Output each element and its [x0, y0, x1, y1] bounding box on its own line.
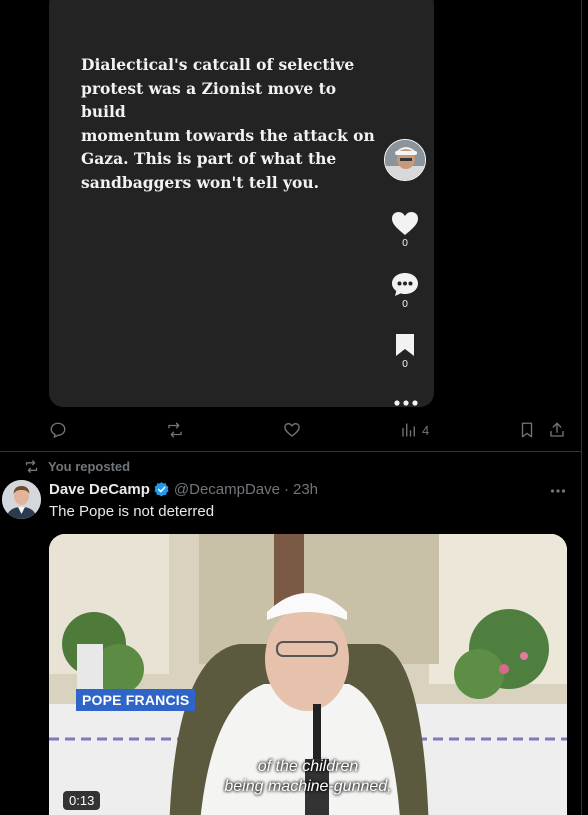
- avatar-image: [385, 140, 425, 180]
- author-name[interactable]: Dave DeCamp: [49, 481, 150, 498]
- author-handle[interactable]: @DecampDave: [174, 481, 280, 498]
- card-bookmark-count: 0: [401, 359, 409, 370]
- bookmark-icon: [396, 334, 414, 356]
- post-timestamp[interactable]: 23h: [293, 481, 318, 498]
- heart-outline-icon: [284, 423, 300, 437]
- card-text: Dialectical's catcall of selective prote…: [81, 55, 375, 192]
- card-comment-button[interactable]: 0: [387, 272, 423, 310]
- share-icon: [550, 422, 564, 437]
- author-avatar[interactable]: [2, 480, 41, 519]
- more-dots-icon[interactable]: [393, 400, 419, 406]
- reply-button[interactable]: [49, 420, 67, 440]
- bookmark-button[interactable]: [518, 420, 536, 440]
- repost-icon: [168, 422, 182, 438]
- comment-icon: [392, 273, 418, 296]
- card-like-count: 0: [401, 238, 409, 249]
- more-options-icon[interactable]: [549, 482, 567, 500]
- separator-dot: ·: [284, 481, 289, 498]
- timeline-border: [581, 0, 582, 815]
- share-button[interactable]: [548, 420, 566, 440]
- post-divider: [0, 451, 581, 452]
- post-text: The Pope is not deterred: [49, 503, 215, 520]
- card-like-button[interactable]: 0: [387, 211, 423, 249]
- card-comment-count: 0: [401, 299, 409, 310]
- card-creator-avatar[interactable]: [384, 139, 426, 181]
- post-header: Dave DeCamp @DecampDave · 23h: [49, 481, 318, 498]
- bookmark-outline-icon: [521, 422, 533, 438]
- video-caption: of the children being machine-gunned,: [224, 758, 392, 795]
- name-lower-third: POPE FRANCIS: [76, 689, 196, 711]
- repost-indicator[interactable]: You reposted: [24, 459, 130, 474]
- reply-icon: [50, 422, 66, 438]
- repost-label: You reposted: [48, 459, 131, 474]
- repost-icon: [25, 460, 38, 473]
- repost-button[interactable]: [166, 420, 184, 440]
- embedded-video-card[interactable]: Dialectical's catcall of selective prote…: [49, 0, 434, 407]
- like-button[interactable]: [283, 420, 301, 440]
- views-button[interactable]: 4: [400, 420, 429, 440]
- avatar-image: [2, 480, 41, 519]
- heart-icon: [392, 212, 418, 235]
- view-count: 4: [422, 422, 430, 438]
- analytics-icon: [402, 423, 415, 437]
- card-bookmark-button[interactable]: 0: [387, 333, 423, 370]
- verified-badge-icon[interactable]: [153, 481, 170, 498]
- video-duration: 0:13: [63, 791, 101, 810]
- video-player[interactable]: POPE FRANCIS of the children being machi…: [49, 534, 567, 815]
